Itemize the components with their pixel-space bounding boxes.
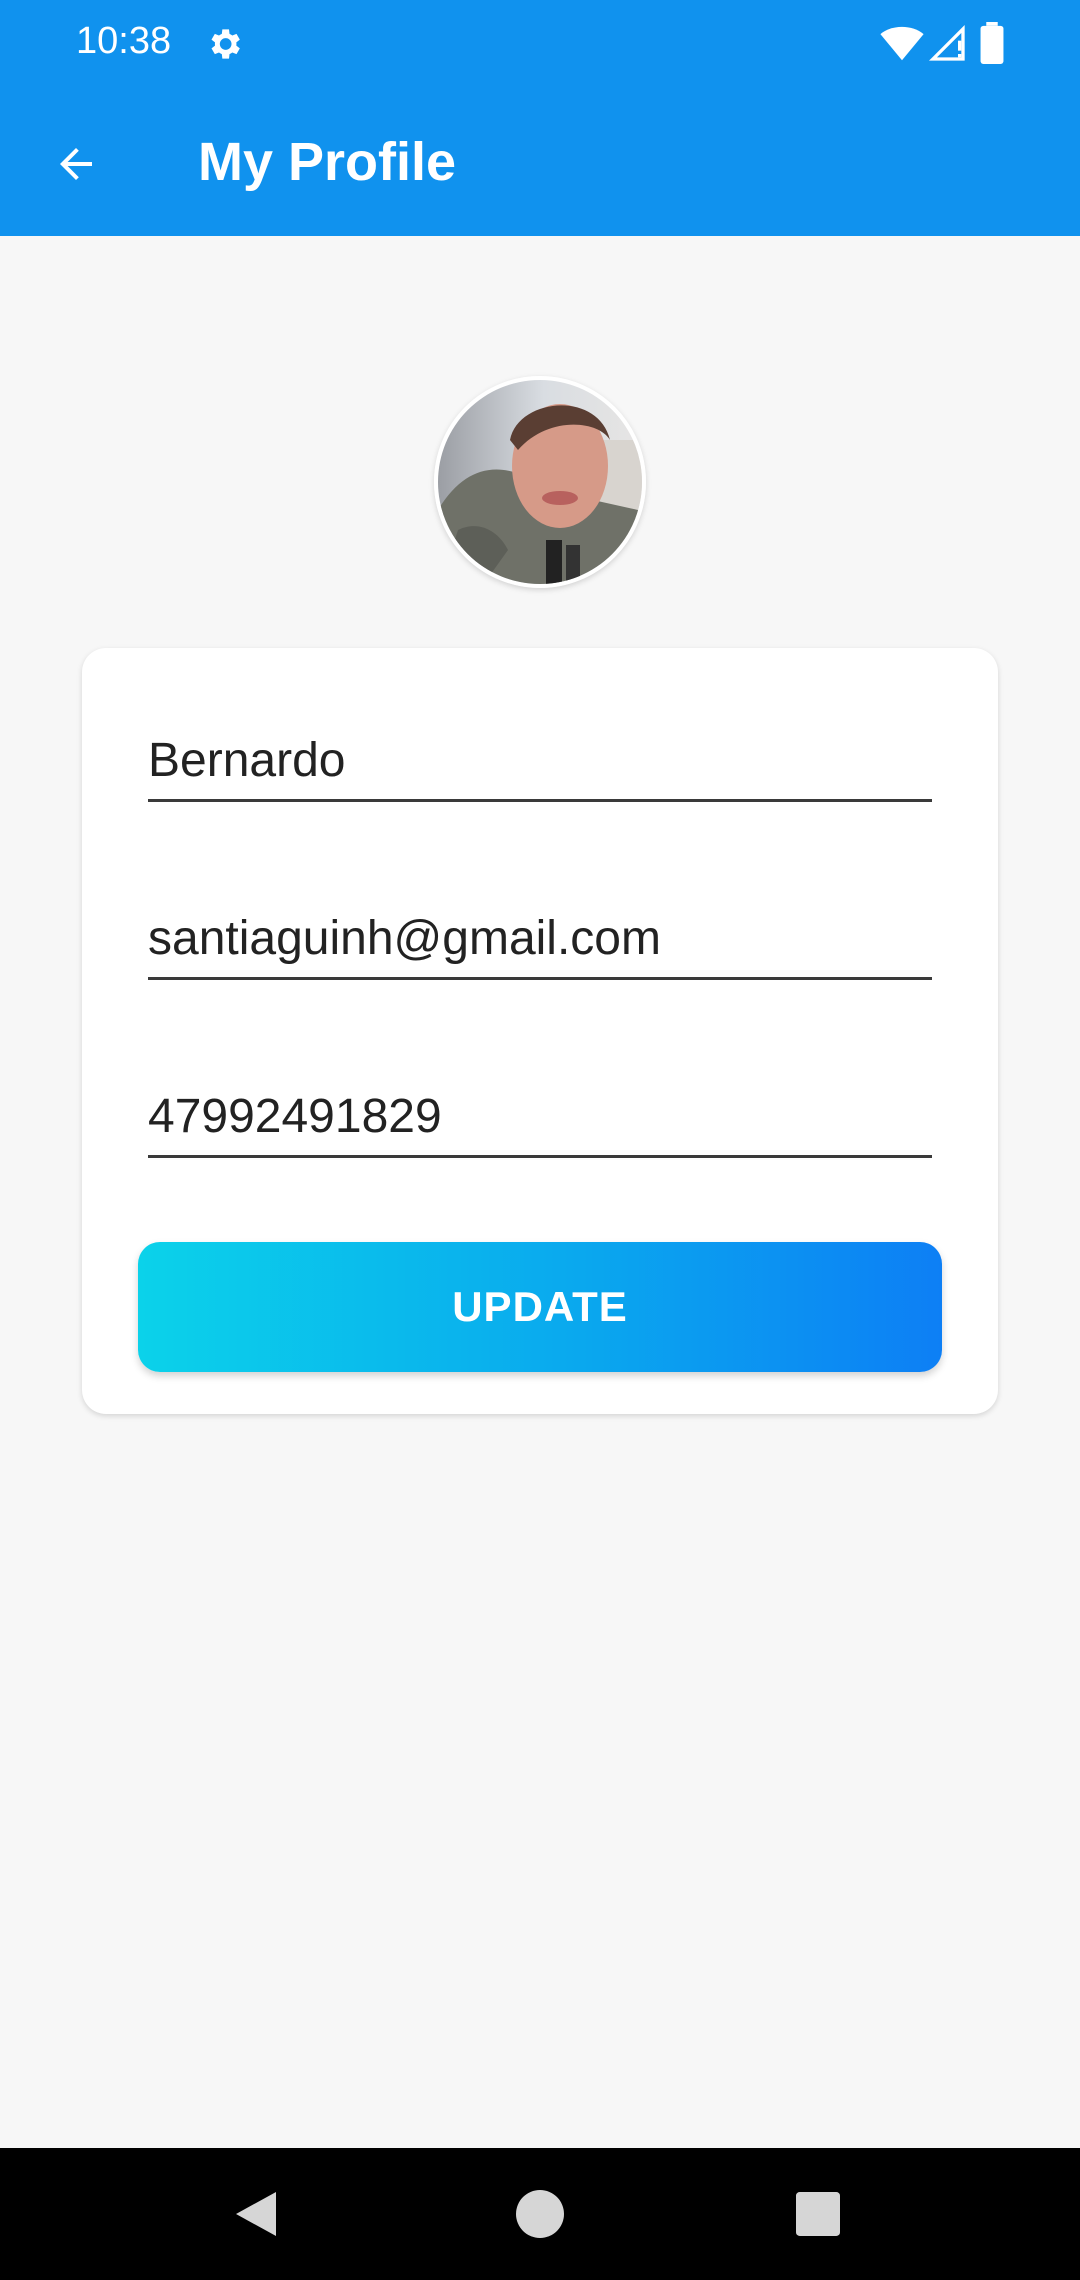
user-photo [438,380,642,584]
app-bar: My Profile [0,88,1080,236]
page-title: My Profile [198,132,457,192]
nav-back-icon[interactable] [232,2188,280,2240]
nav-home-icon[interactable] [516,2190,564,2238]
nav-recents-icon[interactable] [796,2192,840,2236]
system-nav-bar [0,2148,1080,2280]
status-bar: 10:38 [0,0,1080,88]
signal-icon [928,24,965,61]
email-input[interactable] [148,900,932,977]
back-button[interactable] [40,128,112,200]
arrow-back-icon [60,148,92,180]
wifi-icon [880,26,924,61]
battery-icon [980,22,1004,64]
phone-input[interactable] [148,1078,932,1155]
status-time: 10:38 [76,20,172,62]
phone-field[interactable] [148,1078,932,1158]
name-input[interactable] [148,722,932,799]
update-button[interactable]: UPDATE [138,1242,942,1372]
name-field[interactable] [148,722,932,802]
gear-icon [211,29,240,59]
avatar[interactable] [434,376,646,588]
email-field[interactable] [148,900,932,980]
